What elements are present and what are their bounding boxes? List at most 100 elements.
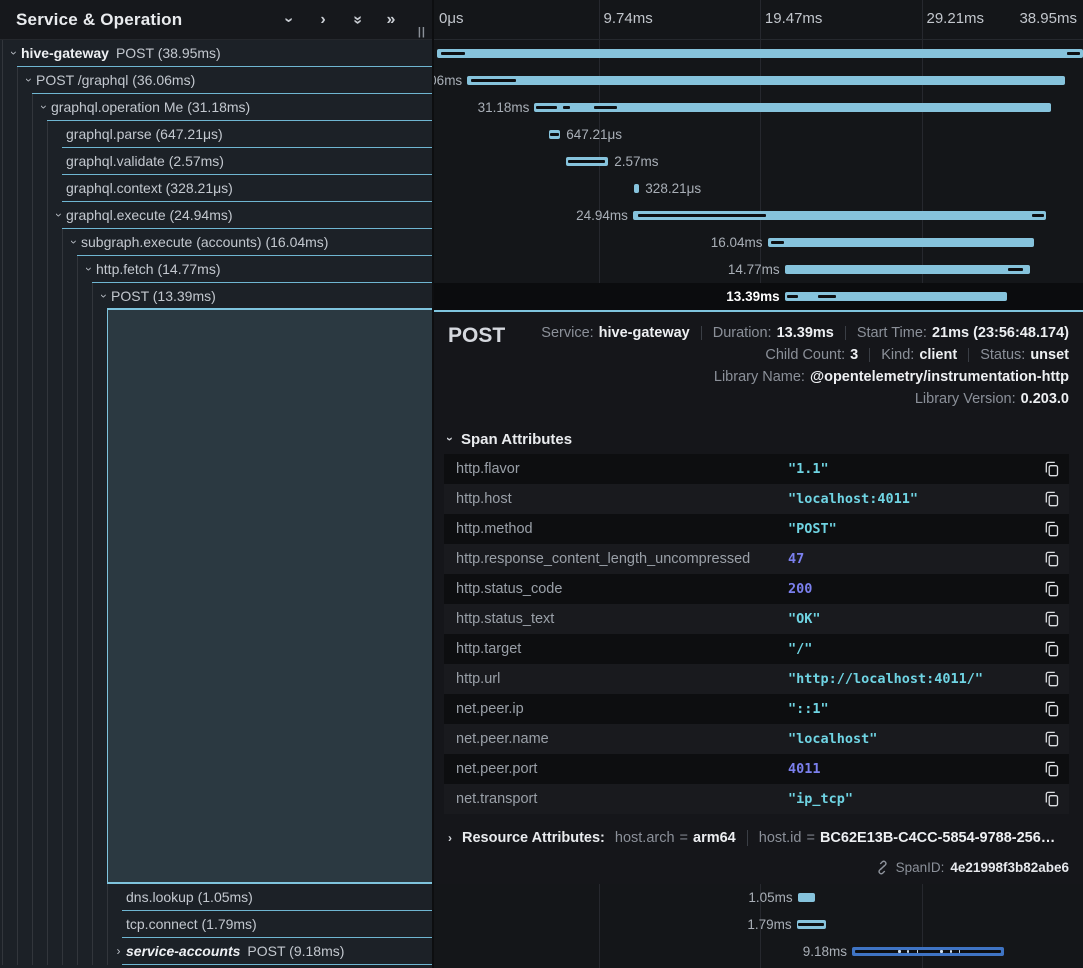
tree-panel-header: Service & Operation ››»» || xyxy=(0,0,432,40)
trace-viewer: Service & Operation ››»» || ›hive-gatewa… xyxy=(0,0,1083,968)
meta-pair: Service:hive-gateway xyxy=(541,325,689,341)
chevron-down-icon[interactable]: › xyxy=(96,290,111,302)
tree-row[interactable]: ›POST /graphql (36.06ms) xyxy=(0,67,432,94)
waterfall-row[interactable]: 38.95ms xyxy=(434,40,1083,67)
copy-icon[interactable] xyxy=(1035,551,1069,567)
chevron-down-icon: › xyxy=(38,105,50,109)
waterfall-row[interactable]: 1.79ms xyxy=(434,911,1083,938)
span-bar[interactable] xyxy=(785,292,1007,301)
tree-row[interactable]: ›http.fetch (14.77ms) xyxy=(0,256,432,283)
waterfall-row[interactable]: 13.39ms xyxy=(434,283,1083,310)
copy-icon[interactable] xyxy=(1035,611,1069,627)
chevron-down-icon[interactable]: › xyxy=(21,74,36,86)
waterfall-row[interactable]: 16.04ms xyxy=(434,229,1083,256)
tree-row[interactable]: graphql.context (328.21μs) xyxy=(0,175,432,202)
waterfall-row[interactable]: 1.05ms xyxy=(434,884,1083,911)
tree-row[interactable]: ›graphql.operation Me (31.18ms) xyxy=(0,94,432,121)
waterfall-row[interactable]: 36.06ms xyxy=(434,67,1083,94)
meta-pair: Library Version:0.203.0 xyxy=(915,391,1069,407)
child-span-mark xyxy=(771,241,784,244)
copy-icon[interactable] xyxy=(1035,791,1069,807)
meta-pair: Library Name:@opentelemetry/instrumentat… xyxy=(714,369,1069,385)
span-bar[interactable] xyxy=(797,920,827,929)
span-bar[interactable] xyxy=(467,76,1065,85)
span-bar[interactable] xyxy=(768,238,1034,247)
tree-row[interactable]: ›service-accountsPOST (9.18ms) xyxy=(0,938,432,965)
tree-row[interactable]: ›POST (13.39ms) xyxy=(0,283,432,310)
child-span-mark xyxy=(550,133,559,136)
tree-guide xyxy=(92,938,93,965)
copy-icon[interactable] xyxy=(1035,581,1069,597)
span-bar[interactable] xyxy=(798,893,815,902)
copy-icon[interactable] xyxy=(1035,761,1069,777)
tree-guide xyxy=(32,283,33,310)
attribute-value: 4011 xyxy=(788,761,1035,777)
equals-sign: = xyxy=(680,830,688,846)
waterfall-row[interactable]: 31.18ms xyxy=(434,94,1083,121)
ruler-tick: 29.21ms xyxy=(927,10,985,27)
span-bar[interactable] xyxy=(785,265,1030,274)
copy-icon[interactable] xyxy=(1035,701,1069,717)
child-span-mark xyxy=(959,950,961,953)
attribute-row: http.url"http://localhost:4011/" xyxy=(444,664,1069,694)
tree-row[interactable]: ›graphql.execute (24.94ms) xyxy=(0,202,432,229)
waterfall-row[interactable]: 24.94ms xyxy=(434,202,1083,229)
span-bar[interactable] xyxy=(549,130,560,139)
chevron-down-icon[interactable]: › xyxy=(51,209,66,221)
meta-value: hive-gateway xyxy=(599,325,690,341)
tree-row[interactable]: ›subgraph.execute (accounts) (16.04ms) xyxy=(0,229,432,256)
chevron-down-icon[interactable]: › xyxy=(280,11,298,29)
copy-icon[interactable] xyxy=(1035,731,1069,747)
double-chevron-down-icon[interactable]: » xyxy=(348,11,366,29)
waterfall-row[interactable]: 9.18ms xyxy=(434,938,1083,965)
meta-divider xyxy=(968,348,969,362)
waterfall-row[interactable]: 647.21μs xyxy=(434,121,1083,148)
chevron-down-icon[interactable]: › xyxy=(81,263,96,275)
span-bar[interactable] xyxy=(437,49,1083,58)
link-icon[interactable] xyxy=(875,860,890,875)
chevron-down-icon[interactable]: › xyxy=(66,236,81,248)
tree-guide xyxy=(2,40,3,67)
tree-guide xyxy=(2,884,3,911)
copy-icon[interactable] xyxy=(1035,521,1069,537)
child-span-mark xyxy=(536,106,557,109)
tree-row[interactable]: tcp.connect (1.79ms) xyxy=(0,911,432,938)
span-bar[interactable] xyxy=(633,211,1047,220)
span-bar[interactable] xyxy=(566,157,609,166)
resource-attributes-row[interactable]: › Resource Attributes: host.arch=arm64ho… xyxy=(444,826,1069,850)
chevron-right-icon[interactable]: › xyxy=(314,11,332,29)
tree-guide xyxy=(17,310,18,884)
span-meta-line: Service:hive-gatewayDuration:13.39msStar… xyxy=(541,322,1069,344)
copy-icon[interactable] xyxy=(1035,461,1069,477)
waterfall-row[interactable]: 2.57ms xyxy=(434,148,1083,175)
tree-row[interactable]: ›hive-gatewayPOST (38.95ms) xyxy=(0,40,432,67)
tree-row[interactable]: graphql.validate (2.57ms) xyxy=(0,148,432,175)
child-span-mark xyxy=(898,950,901,953)
tree-guide xyxy=(47,256,48,283)
copy-icon[interactable] xyxy=(1035,491,1069,507)
waterfall-row[interactable]: 328.21μs xyxy=(434,175,1083,202)
chevron-right-icon[interactable]: › xyxy=(111,945,126,957)
copy-icon[interactable] xyxy=(1035,641,1069,657)
waterfall-row[interactable]: 14.77ms xyxy=(434,256,1083,283)
tree-guide xyxy=(2,175,3,202)
chevron-down-icon[interactable]: › xyxy=(36,101,51,113)
attribute-key: http.status_text xyxy=(444,611,788,627)
chevron-down-icon: › xyxy=(8,51,20,55)
span-attributes-header[interactable]: › Span Attributes xyxy=(444,426,1069,452)
copy-icon[interactable] xyxy=(1035,671,1069,687)
tree-row[interactable]: dns.lookup (1.05ms) xyxy=(0,884,432,911)
meta-value: unset xyxy=(1030,347,1069,363)
span-bar[interactable] xyxy=(634,184,639,193)
double-chevron-right-icon[interactable]: » xyxy=(382,11,400,29)
attribute-value: 200 xyxy=(788,581,1035,597)
panel-resize-handle[interactable]: || xyxy=(418,26,426,38)
tree-row[interactable]: graphql.parse (647.21μs) xyxy=(0,121,432,148)
span-bar[interactable] xyxy=(852,947,1004,956)
attribute-key: http.url xyxy=(444,671,788,687)
meta-label: Kind: xyxy=(881,347,914,363)
chevron-down-icon[interactable]: › xyxy=(6,47,21,59)
span-bar[interactable] xyxy=(534,103,1051,112)
tree-guide xyxy=(47,884,48,911)
tree-guide xyxy=(17,884,18,911)
